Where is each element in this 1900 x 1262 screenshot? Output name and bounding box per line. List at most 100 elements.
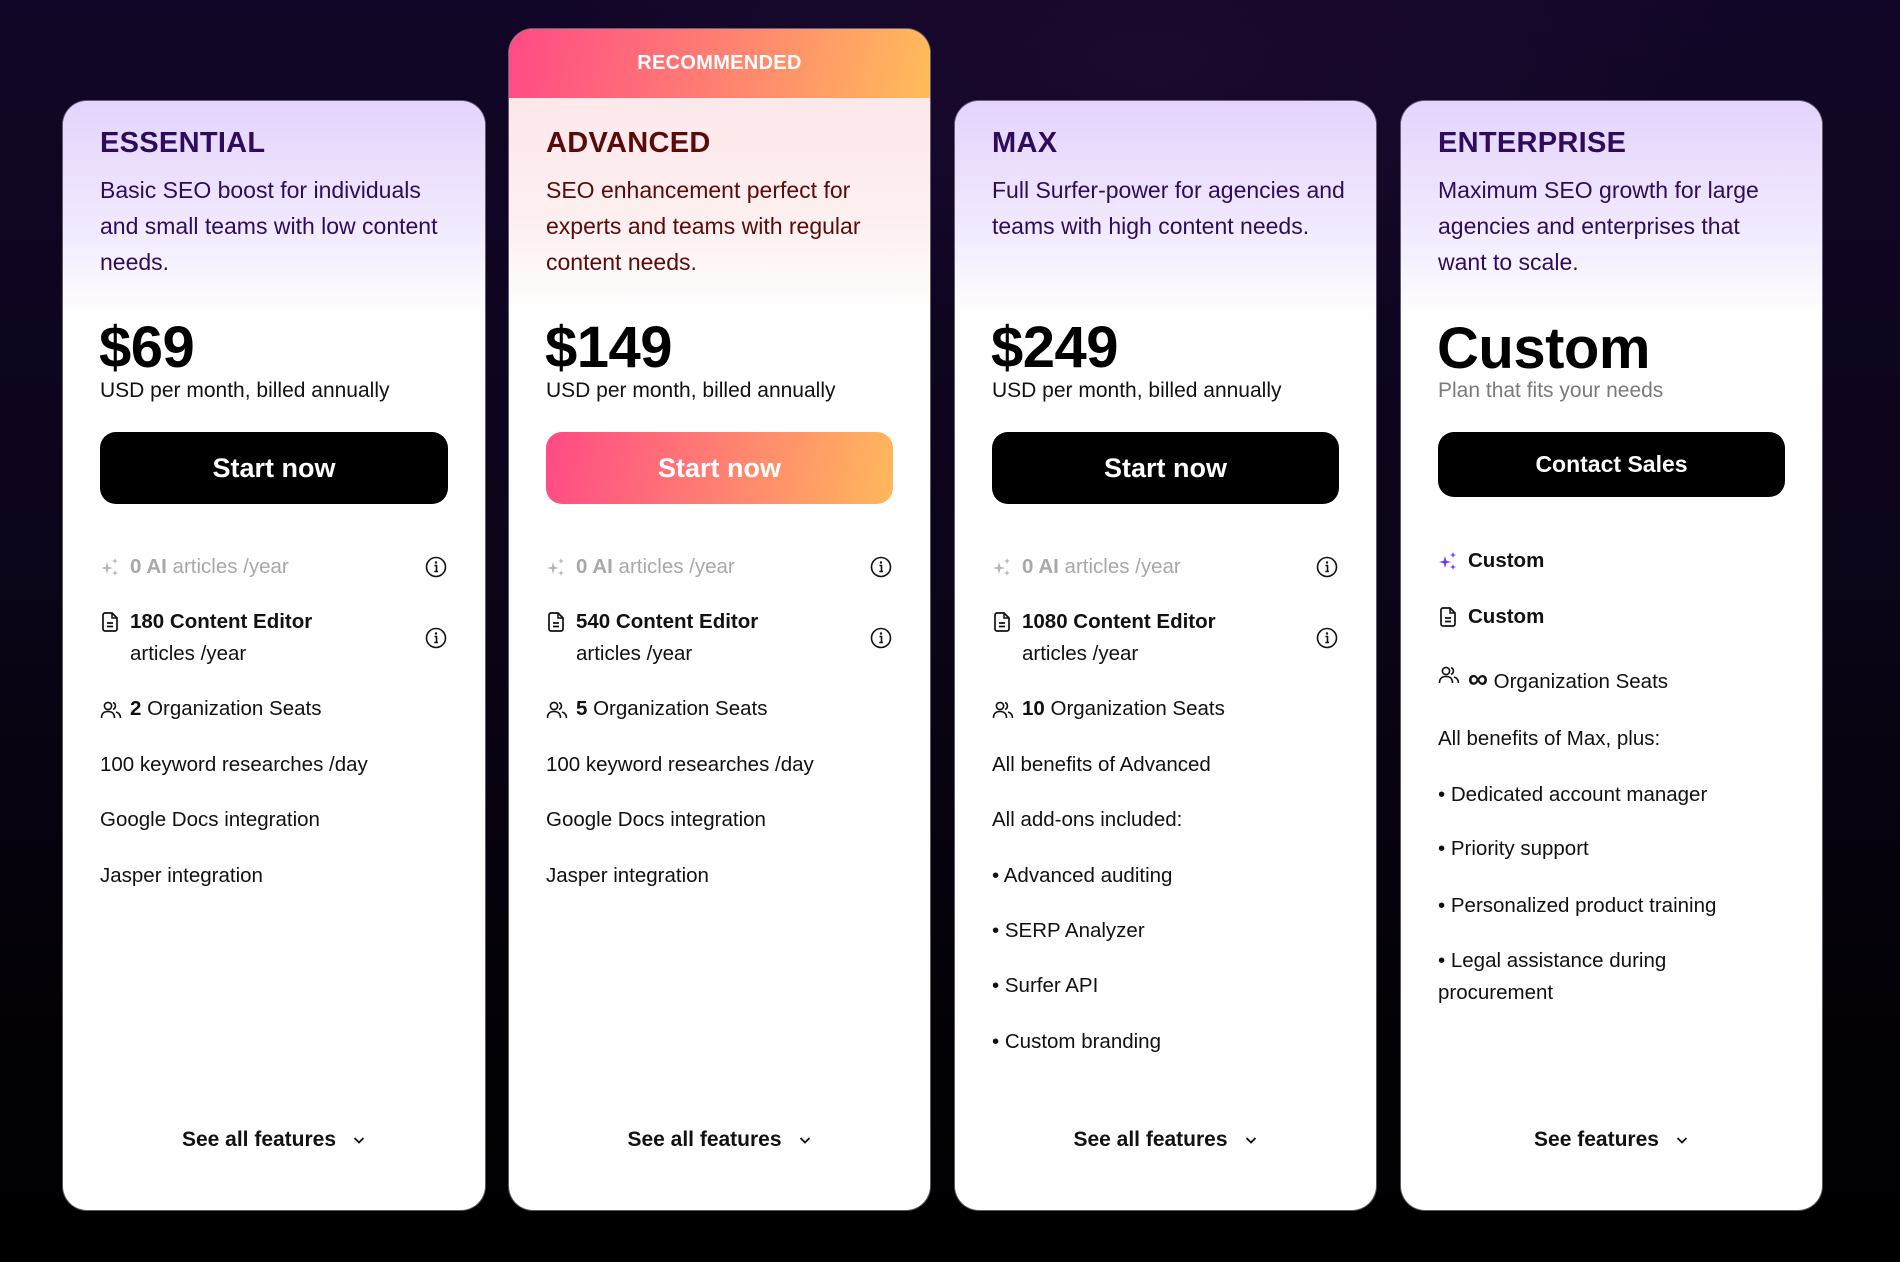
ai-articles-count: 0 AI [130, 555, 167, 578]
content-editor-label: articles /year [130, 642, 247, 665]
price-note: USD per month, billed annually [100, 379, 390, 402]
feature-extra: All benefits of Advanced [992, 753, 1211, 776]
info-icon[interactable] [869, 555, 893, 579]
content-editor-count: 540 Content Editor [576, 610, 759, 633]
ai-articles-label: articles /year [1058, 555, 1181, 578]
plan-price: $69 [99, 315, 195, 380]
info-icon[interactable] [424, 555, 448, 579]
see-all-features-button[interactable]: See all features [955, 1128, 1376, 1152]
plan-description: SEO enhancement perfect for experts and … [546, 177, 861, 275]
feature-extra: Google Docs integration [546, 808, 766, 831]
seats-label: Organization Seats [141, 697, 322, 720]
see-features-label: See features [1534, 1128, 1659, 1151]
see-features-label: See all features [627, 1128, 782, 1151]
feature-extra: • Personalized product training [1438, 894, 1717, 917]
plan-name: ESSENTIAL [100, 127, 266, 159]
seats-label: Organization Seats [587, 697, 768, 720]
plan-card-max: MAX Full Surfer-power for agencies and t… [955, 101, 1376, 1210]
plan-price: $149 [545, 315, 673, 380]
feature-extra: • Custom branding [992, 1030, 1161, 1053]
info-icon[interactable] [1315, 626, 1339, 650]
sparkles-icon [546, 551, 568, 583]
plan-price: $249 [991, 315, 1119, 380]
ai-articles-count: Custom [1468, 549, 1545, 572]
plan-card-enterprise: ENTERPRISE Maximum SEO growth for large … [1401, 101, 1822, 1210]
feature-extra: • SERP Analyzer [992, 919, 1145, 942]
plan-price: Custom [1437, 316, 1650, 381]
feature-content-editor: 1080 Content Editor articles /year [992, 606, 1339, 670]
users-icon [100, 693, 122, 725]
seats-label: Organization Seats [1044, 697, 1225, 720]
feature-extra: • Legal assistance during procurement [1438, 949, 1667, 1004]
info-icon[interactable] [1315, 555, 1339, 579]
feature-seats: ∞ Organization Seats [1438, 665, 1785, 698]
plan-card-essential: ESSENTIAL Basic SEO boost for individual… [63, 101, 485, 1210]
content-editor-label: articles /year [1022, 642, 1139, 665]
feature-extra: Jasper integration [546, 864, 709, 887]
see-all-features-button[interactable]: See all features [63, 1128, 485, 1152]
info-icon[interactable] [424, 626, 448, 650]
contact-sales-button[interactable]: Contact Sales [1438, 432, 1785, 497]
feature-seats: 2 Organization Seats [100, 693, 448, 725]
ai-articles-count: 0 AI [1022, 555, 1059, 578]
recommended-badge: RECOMMENDED [509, 29, 930, 98]
chevron-down-icon [1675, 1133, 1689, 1147]
info-icon[interactable] [869, 626, 893, 650]
feature-seats: 10 Organization Seats [992, 693, 1339, 725]
feature-content-editor: 180 Content Editor articles /year [100, 606, 448, 670]
start-now-button[interactable]: Start now [100, 432, 448, 504]
price-note: Plan that fits your needs [1438, 379, 1664, 402]
feature-extra: • Priority support [1438, 837, 1589, 860]
users-icon [1438, 665, 1460, 697]
plan-name: MAX [992, 127, 1058, 159]
feature-ai-articles: 0 AI articles /year [992, 551, 1339, 583]
see-features-label: See all features [181, 1128, 337, 1151]
feature-extra: All benefits of Max, plus: [1438, 727, 1661, 750]
content-editor-count: 180 Content Editor [130, 610, 313, 633]
start-now-button[interactable]: Start now [992, 432, 1339, 504]
document-icon [100, 606, 122, 638]
sparkles-icon [100, 551, 122, 583]
content-editor-count: 1080 Content Editor [1022, 610, 1216, 633]
feature-extra: 100 keyword researches /day [100, 753, 368, 776]
plan-name: ENTERPRISE [1438, 127, 1627, 159]
plan-description: Full Surfer-power for agencies and teams… [992, 177, 1345, 239]
feature-extra: • Surfer API [992, 974, 1099, 997]
see-all-features-button[interactable]: See all features [509, 1128, 930, 1152]
content-editor-count: Custom [1468, 605, 1545, 628]
price-note: USD per month, billed annually [992, 379, 1282, 402]
feature-ai-articles: 0 AI articles /year [100, 551, 448, 583]
plan-description: Basic SEO boost for individuals and smal… [100, 177, 438, 275]
seats-count: ∞ [1468, 663, 1488, 694]
price-note: USD per month, billed annually [546, 379, 836, 402]
document-icon [992, 606, 1014, 638]
sparkles-icon [992, 551, 1014, 583]
users-icon [992, 693, 1014, 725]
see-features-button[interactable]: See features [1401, 1128, 1822, 1152]
seats-label: Organization Seats [1487, 670, 1669, 693]
see-features-label: See all features [1073, 1128, 1228, 1151]
seats-count: 5 [576, 697, 588, 720]
plan-description: Maximum SEO growth for large agencies an… [1438, 177, 1759, 275]
feature-extra: Jasper integration [100, 864, 263, 887]
sparkles-icon [1438, 545, 1460, 577]
chevron-down-icon [798, 1133, 812, 1147]
feature-extra: • Advanced auditing [992, 864, 1173, 887]
feature-extra: 100 keyword researches /day [546, 753, 814, 776]
chevron-down-icon [1244, 1133, 1258, 1147]
document-icon [1438, 601, 1460, 633]
feature-extra: Google Docs integration [100, 808, 320, 831]
feature-ai-articles: 0 AI articles /year [546, 551, 893, 583]
seats-count: 2 [130, 697, 142, 720]
feature-seats: 5 Organization Seats [546, 693, 893, 725]
ai-articles-label: articles /year [166, 555, 289, 578]
ai-articles-count: 0 AI [576, 555, 613, 578]
plan-card-advanced: RECOMMENDED ADVANCED SEO enhancement per… [509, 29, 930, 1210]
start-now-button[interactable]: Start now [546, 432, 893, 504]
document-icon [546, 606, 568, 638]
feature-ai-articles: Custom [1438, 545, 1785, 577]
chevron-down-icon [352, 1133, 366, 1147]
feature-content-editor: Custom [1438, 601, 1785, 633]
users-icon [546, 693, 568, 725]
feature-content-editor: 540 Content Editor articles /year [546, 606, 893, 670]
